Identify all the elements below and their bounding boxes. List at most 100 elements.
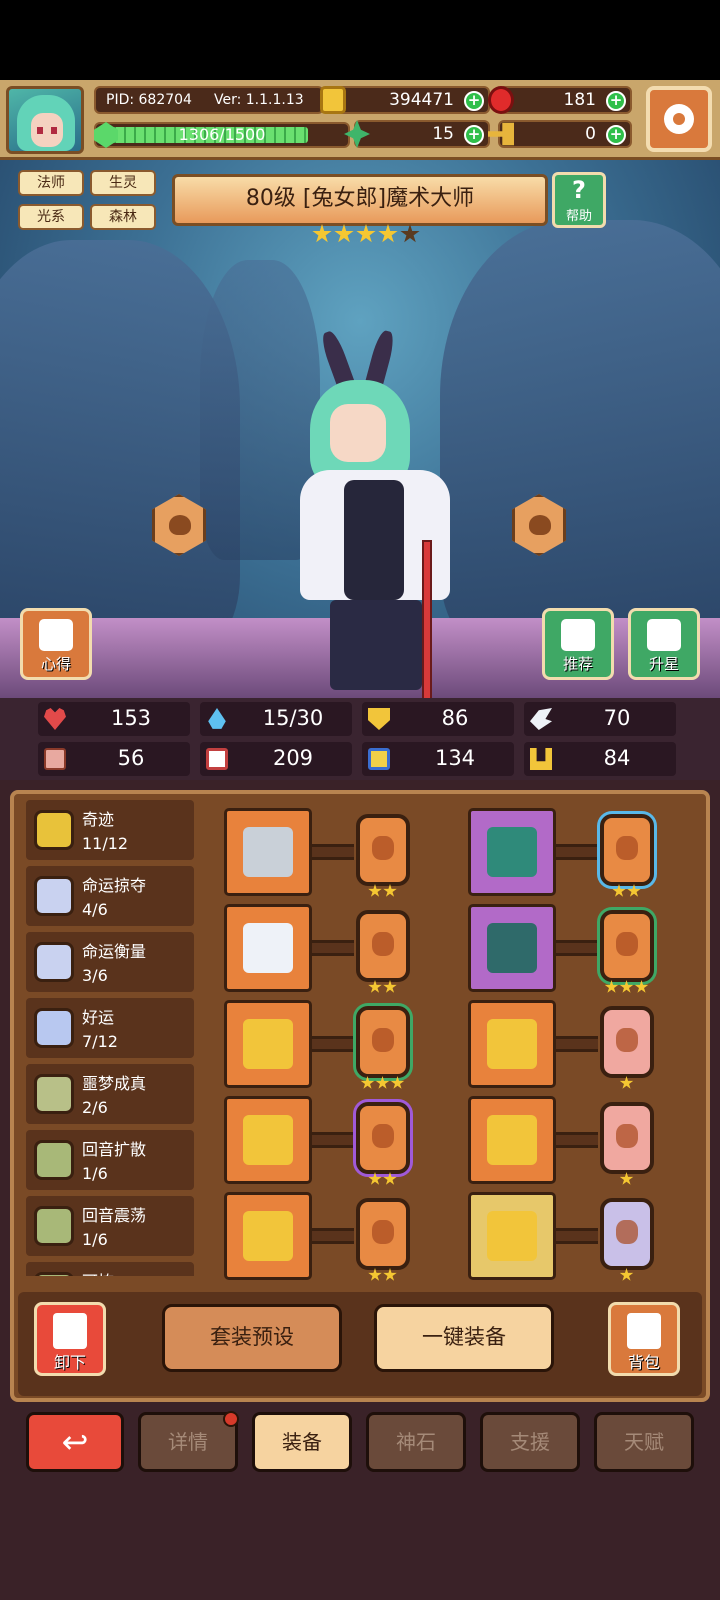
set-name: 可怖 xyxy=(82,1268,114,1276)
set-name: 命运衡量 xyxy=(82,942,147,961)
star-icon xyxy=(375,1076,390,1089)
star-icon xyxy=(383,1268,397,1281)
set-progress: 3/6 xyxy=(82,966,108,985)
backpack-icon xyxy=(627,1313,661,1349)
equipment-slot-orb[interactable] xyxy=(224,904,312,992)
set-bonus-item[interactable]: 命运衡量 3/6 xyxy=(26,932,194,992)
set-name: 回音扩散 xyxy=(82,1140,147,1159)
equipment-slot-crown[interactable] xyxy=(468,808,556,896)
set-bonus-item[interactable]: 命运掠夺 4/6 xyxy=(26,866,194,926)
rune-slot[interactable] xyxy=(600,1198,654,1270)
unequip-button[interactable]: 卸下 xyxy=(34,1302,106,1376)
rune-stars xyxy=(619,1172,634,1186)
equipment-slot-ring[interactable] xyxy=(468,1096,556,1184)
rune-stars xyxy=(368,980,397,994)
rune-slot[interactable] xyxy=(600,1006,654,1078)
bracer-icon xyxy=(487,1019,537,1069)
set-bonus-item[interactable]: 奇迹 11/12 xyxy=(26,800,194,860)
equipment-slot-boots[interactable] xyxy=(468,1192,556,1280)
settings-button[interactable] xyxy=(646,86,712,152)
tab-details[interactable]: 详情 xyxy=(138,1411,239,1472)
bottom-tab-bar: ↩ 详情 装备 神石 支援 天赋 xyxy=(0,1411,720,1476)
add-coins-button[interactable]: + xyxy=(464,91,484,111)
set-badge-icon xyxy=(34,810,74,850)
tab-talent[interactable]: 天赋 xyxy=(594,1412,694,1472)
slot-connector xyxy=(312,1228,354,1244)
tab-support[interactable]: 支援 xyxy=(480,1412,580,1472)
set-bonus-item[interactable]: 回音扩散 1/6 xyxy=(26,1130,194,1190)
rune-slot[interactable] xyxy=(356,1198,410,1270)
recommend-button[interactable]: 推荐 xyxy=(542,608,614,680)
pid-version-bar: PID: 682704 Ver: 1.1.1.13 xyxy=(94,86,324,114)
key-value: 0 xyxy=(585,124,596,144)
shield-icon xyxy=(368,708,390,730)
tab-support-label: 支援 xyxy=(510,1430,550,1454)
rune-stars xyxy=(604,980,649,994)
slot-connector xyxy=(556,1228,598,1244)
set-badge-icon xyxy=(34,1206,74,1246)
energy-bar: 1306/1500 xyxy=(94,122,350,148)
rune-slot[interactable] xyxy=(600,814,654,886)
rune-stars xyxy=(360,1076,405,1090)
rune-slot[interactable] xyxy=(600,910,654,982)
avatar-eye-icon xyxy=(51,127,57,134)
rune-stars xyxy=(368,884,397,898)
set-bonus-item[interactable]: 噩梦成真 2/6 xyxy=(26,1064,194,1124)
tab-godstone[interactable]: 神石 xyxy=(366,1412,466,1472)
bag-button[interactable]: 背包 xyxy=(608,1302,680,1376)
rune-slot[interactable] xyxy=(356,814,410,886)
stat-mana: 15/30 xyxy=(200,702,352,736)
equipment-slot-ring-gold[interactable] xyxy=(224,1192,312,1280)
rune-slot[interactable] xyxy=(356,1102,410,1174)
coin-icon xyxy=(320,86,346,114)
recommend-label: 推荐 xyxy=(562,655,593,673)
slot-connector xyxy=(556,1132,598,1148)
rune-slot[interactable] xyxy=(356,910,410,982)
character-scene: 法师 生灵 光系 森林 80级 [兔女郎]魔术大师 ? 帮助 心得 推荐 升星 xyxy=(0,160,720,698)
tab-equipment[interactable]: 装备 xyxy=(252,1412,352,1472)
equipment-slot-axe[interactable] xyxy=(224,808,312,896)
star-icon xyxy=(360,1076,375,1089)
star-filled-icon xyxy=(334,224,354,243)
set-bonus-item[interactable]: 可怖 xyxy=(26,1262,194,1276)
star-icon xyxy=(368,884,382,897)
auto-equip-button[interactable]: 一键装备 xyxy=(374,1304,554,1372)
set-badge-icon xyxy=(34,1008,74,1048)
notes-button[interactable]: 心得 xyxy=(20,608,92,680)
preset-button[interactable]: 套装预设 xyxy=(162,1304,342,1372)
character-title: 80级 [兔女郎]魔术大师 xyxy=(172,174,548,226)
slot-connector xyxy=(312,940,354,956)
rune-slot[interactable] xyxy=(600,1102,654,1174)
rune-slot[interactable] xyxy=(356,1006,410,1078)
equipment-slot-bracer[interactable] xyxy=(468,1000,556,1088)
tree-decoration xyxy=(440,220,720,660)
gem-value: 181 xyxy=(563,90,596,110)
equipment-slot-necklace[interactable] xyxy=(224,1000,312,1088)
equipment-slot-armor[interactable] xyxy=(468,904,556,992)
help-button[interactable]: ? 帮助 xyxy=(552,172,606,228)
star-icon xyxy=(604,980,619,993)
star-up-button[interactable]: 升星 xyxy=(628,608,700,680)
set-bonus-list[interactable]: 奇迹 11/12 命运掠夺 4/6 命运衡量 3/6 好运 7/12 噩梦成真 2/6 回音扩散 1/… xyxy=(26,800,202,1276)
back-button[interactable]: ↩ xyxy=(26,1412,124,1472)
mana-drop-icon xyxy=(208,708,226,729)
ring-icon xyxy=(487,1115,537,1165)
add-gems-button[interactable]: + xyxy=(606,91,626,111)
scroll-icon xyxy=(39,619,73,651)
set-bonus-item[interactable]: 好运 7/12 xyxy=(26,998,194,1058)
necklace-icon xyxy=(243,1019,293,1069)
slot-connector xyxy=(556,1036,598,1052)
star-icon xyxy=(383,884,397,897)
add-keys-button[interactable]: + xyxy=(606,125,626,145)
stat-magic: 209 xyxy=(200,742,352,776)
equipment-slot-amulet[interactable] xyxy=(224,1096,312,1184)
set-badge-icon xyxy=(34,942,74,982)
star-icon xyxy=(619,1268,634,1281)
set-name: 好运 xyxy=(82,1008,115,1027)
player-avatar[interactable] xyxy=(6,86,84,154)
down-arrow-icon xyxy=(53,1313,87,1349)
add-clovers-button[interactable]: + xyxy=(464,125,484,145)
set-bonus-item[interactable]: 回音震荡 1/6 xyxy=(26,1196,194,1256)
stat-dodge: 70 xyxy=(524,702,676,736)
set-progress: 2/6 xyxy=(82,1098,108,1117)
